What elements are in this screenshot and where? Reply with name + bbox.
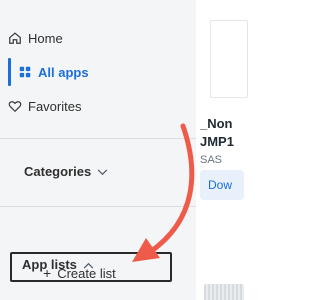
create-list-label: Create list <box>57 265 116 281</box>
sidebar-item-favorites[interactable]: Favorites <box>8 95 81 117</box>
page: Home All apps Favorites Categories App l… <box>0 0 248 300</box>
chevron-down-icon <box>97 165 108 179</box>
download-label: Dow <box>208 178 233 192</box>
divider <box>0 138 196 139</box>
divider <box>0 206 196 207</box>
create-list-button[interactable]: + Create list <box>43 265 116 281</box>
plus-icon: + <box>43 265 52 281</box>
sidebar-item-all-apps[interactable]: All apps <box>18 61 89 83</box>
sidebar-item-label: Home <box>28 30 63 46</box>
app-card-thumbnail[interactable] <box>210 20 248 98</box>
app-card-icon <box>204 284 244 300</box>
download-button[interactable]: Dow <box>200 170 244 200</box>
categories-toggle[interactable]: Categories <box>24 164 108 179</box>
app-title[interactable]: _Non <box>200 116 233 131</box>
home-icon <box>9 32 21 44</box>
heart-icon <box>8 101 22 113</box>
sidebar-item-label: All apps <box>38 64 89 80</box>
sidebar-item-home[interactable]: Home <box>8 27 63 49</box>
app-vendor: SAS <box>200 154 223 166</box>
sidebar-item-label: Favorites <box>28 98 82 114</box>
grid-icon <box>19 66 31 78</box>
active-indicator <box>8 58 11 86</box>
categories-label: Categories <box>24 164 92 179</box>
sidebar: Home All apps Favorites Categories App l… <box>0 0 196 300</box>
app-title-continued[interactable]: JMP1 <box>200 134 234 149</box>
